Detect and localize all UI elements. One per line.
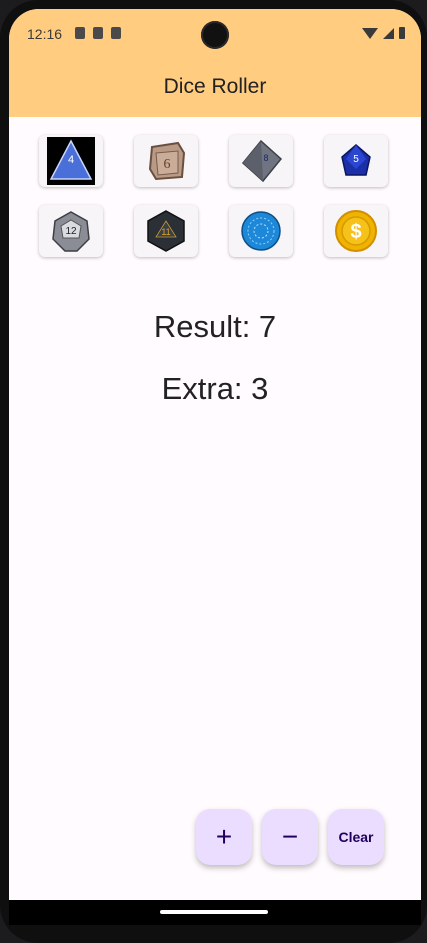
app-title: Dice Roller [163, 75, 267, 98]
cellular-icon [383, 28, 394, 39]
d20-die-icon: 11 [147, 210, 185, 252]
clear-button[interactable]: Clear [328, 809, 384, 865]
d6-button[interactable]: 6 [134, 135, 198, 187]
d8-button[interactable]: 8 [229, 135, 293, 187]
dice-grid: 4 6 8 5 12 11 $ [39, 135, 391, 257]
d8-face: 8 [263, 153, 268, 163]
d12-face: 12 [65, 226, 77, 237]
d4-button[interactable]: 4 [39, 135, 103, 187]
notification-icons [75, 27, 121, 39]
extra-text: Extra: 3 [161, 371, 269, 406]
d12-button[interactable]: 12 [39, 205, 103, 257]
app-notification-icon [111, 27, 121, 39]
system-icons [362, 27, 405, 39]
app-screen: 12:16 Dice Roller 4 6 8 5 12 11 $ Result… [9, 9, 421, 925]
d10-button[interactable]: 5 [324, 135, 388, 187]
camera-cutout [201, 21, 229, 49]
sd-card-icon [93, 27, 103, 39]
d10-face: 5 [353, 154, 359, 165]
d100-button[interactable] [229, 205, 293, 257]
coin-icon: $ [335, 210, 377, 252]
status-time: 12:16 [27, 26, 63, 42]
d20-face: 11 [161, 227, 170, 237]
d4-die-icon: 4 [47, 137, 95, 185]
clear-button-label: Clear [338, 829, 374, 845]
d8-die-icon: 8 [241, 139, 283, 183]
d4-face: 4 [68, 154, 74, 166]
result-text: Result: 7 [153, 309, 277, 344]
wifi-icon [362, 28, 378, 39]
coin-face: $ [350, 221, 361, 243]
d12-die-icon: 12 [52, 211, 90, 252]
minus-icon: − [281, 821, 299, 852]
d100-die-icon [241, 211, 281, 251]
battery-icon [399, 27, 405, 39]
d20-button[interactable]: 11 [134, 205, 198, 257]
add-button[interactable]: + [196, 809, 252, 865]
plus-icon: + [215, 821, 233, 852]
notification-icon [75, 27, 85, 39]
d6-die-icon: 6 [148, 141, 186, 181]
subtract-button[interactable]: − [262, 809, 318, 865]
coin-button[interactable]: $ [324, 205, 388, 257]
d6-face: 6 [164, 157, 171, 172]
home-gesture-handle[interactable] [160, 910, 268, 914]
d10-die-icon: 5 [341, 144, 371, 176]
app-bar: 12:16 Dice Roller [9, 9, 421, 117]
